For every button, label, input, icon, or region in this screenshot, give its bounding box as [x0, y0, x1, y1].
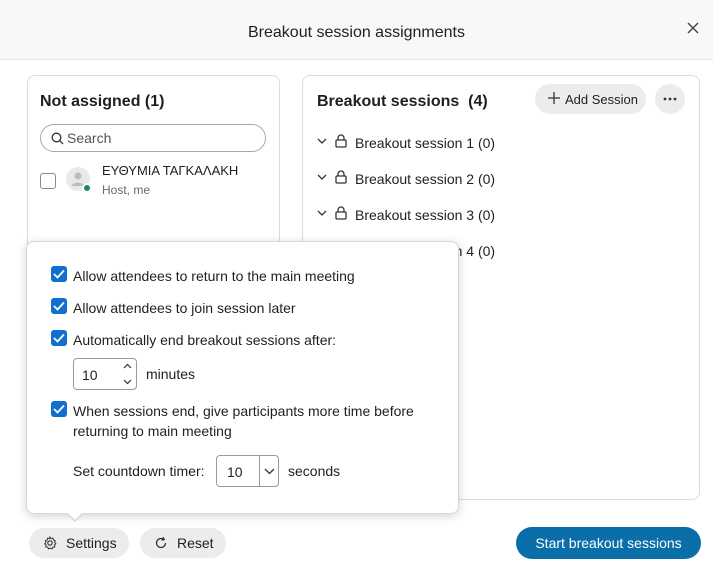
- dialog-header: Breakout session assignments: [0, 0, 713, 60]
- participant-name: ΕΥΘΥΜΙΑ ΤΑΓΚΑΛΑΚΗ: [102, 163, 239, 178]
- select-divider: [259, 456, 260, 486]
- lock-icon: [335, 134, 347, 148]
- gear-icon: [43, 536, 57, 550]
- search-box[interactable]: [40, 124, 266, 152]
- search-icon: [51, 132, 64, 145]
- checkbox-checked[interactable]: [51, 330, 67, 346]
- plus-icon: [548, 92, 560, 104]
- countdown-select[interactable]: 10: [216, 455, 279, 487]
- dialog-title: Breakout session assignments: [248, 24, 465, 41]
- option-label: Allow attendees to return to the main me…: [73, 268, 355, 284]
- start-breakout-sessions-button[interactable]: Start breakout sessions: [516, 527, 701, 559]
- option-label-line1: When sessions end, give participants mor…: [73, 403, 414, 419]
- chevron-up-icon[interactable]: [123, 363, 132, 369]
- check-icon: [53, 333, 65, 343]
- reset-icon: [155, 536, 167, 549]
- presence-indicator: [82, 183, 92, 193]
- countdown-label: Set countdown timer:: [73, 463, 205, 479]
- minutes-label: minutes: [146, 366, 196, 382]
- participant-checkbox[interactable]: [40, 173, 56, 189]
- checkbox-checked[interactable]: [51, 401, 67, 417]
- minutes-stepper[interactable]: [73, 358, 137, 390]
- reset-label: Reset: [177, 535, 214, 551]
- not-assigned-title: Not assigned (1): [40, 93, 165, 110]
- search-input[interactable]: [67, 129, 257, 147]
- add-session-button[interactable]: Add Session: [535, 84, 646, 114]
- lock-icon: [335, 206, 347, 220]
- session-item-1[interactable]: Breakout session 1 (0): [317, 132, 687, 154]
- add-session-label: Add Session: [565, 92, 638, 107]
- minutes-input[interactable]: [82, 366, 118, 384]
- checkbox-checked[interactable]: [51, 298, 67, 314]
- option-label-line2: returning to main meeting: [73, 423, 232, 439]
- avatar: [66, 167, 92, 193]
- chevron-down-icon: [317, 174, 327, 180]
- chevron-down-icon: [264, 468, 275, 475]
- session-label: Breakout session 3 (0): [355, 207, 496, 223]
- checkbox-checked[interactable]: [51, 266, 67, 282]
- participant-role: Host, me: [102, 183, 151, 197]
- check-icon: [53, 301, 65, 311]
- close-icon: [687, 22, 699, 34]
- settings-button[interactable]: Settings: [29, 528, 129, 558]
- lock-icon: [335, 170, 347, 184]
- popover-arrow-inner: [67, 512, 83, 520]
- chevron-down-icon: [317, 138, 327, 144]
- session-label: Breakout session 1 (0): [355, 135, 496, 151]
- chevron-down-icon: [317, 210, 327, 216]
- session-item-3[interactable]: Breakout session 3 (0): [317, 204, 687, 226]
- settings-label: Settings: [66, 535, 117, 551]
- chevron-down-icon[interactable]: [123, 379, 132, 385]
- countdown-value: 10: [227, 464, 243, 480]
- not-assigned-panel: Not assigned (1) ΕΥΘΥΜΙΑ ΤΑΓΚΑΛΑΚΗ Host,…: [27, 75, 280, 255]
- option-label: Automatically end breakout sessions afte…: [73, 332, 337, 348]
- session-item-2[interactable]: Breakout session 2 (0): [317, 168, 687, 190]
- close-button[interactable]: [681, 16, 705, 40]
- check-icon: [53, 404, 65, 414]
- reset-button[interactable]: Reset: [140, 528, 226, 558]
- check-icon: [53, 269, 65, 279]
- option-label: Allow attendees to join session later: [73, 300, 296, 316]
- session-label: Breakout session 2 (0): [355, 171, 496, 187]
- seconds-label: seconds: [288, 463, 341, 479]
- settings-popover: Allow attendees to return to the main me…: [26, 241, 459, 514]
- more-icon: [663, 97, 677, 101]
- more-options-button[interactable]: [655, 84, 685, 114]
- participant-row[interactable]: ΕΥΘΥΜΙΑ ΤΑΓΚΑΛΑΚΗ Host, me: [40, 161, 270, 201]
- breakout-sessions-title: Breakout sessions (4): [317, 93, 488, 110]
